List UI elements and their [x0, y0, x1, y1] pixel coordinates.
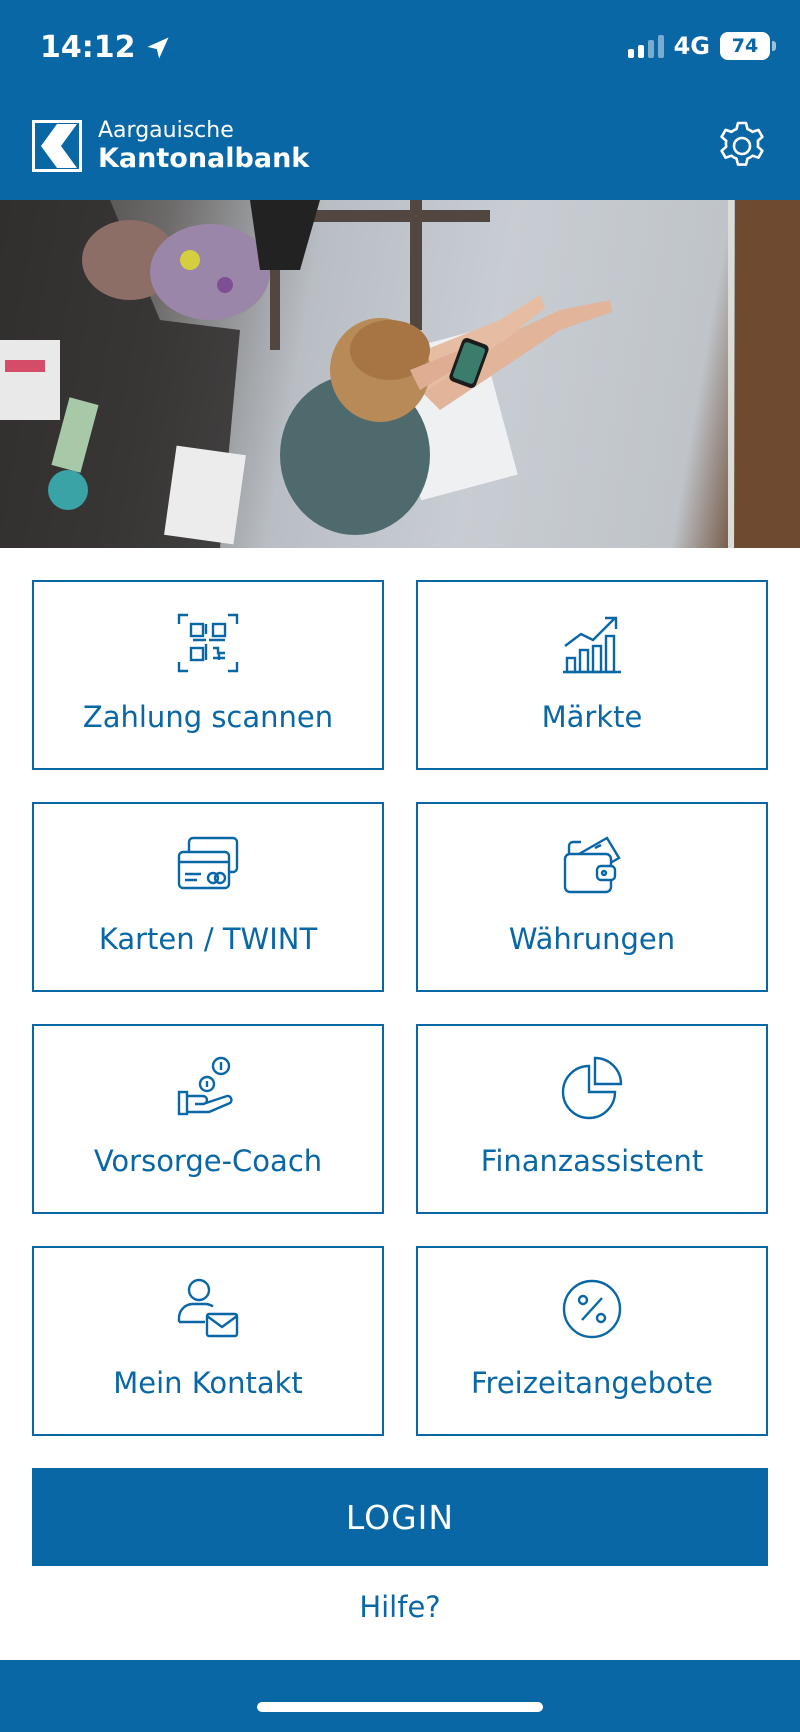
settings-button[interactable] — [714, 118, 770, 174]
bank-logo: Aargauische Kantonalbank — [32, 119, 309, 173]
tile-label: Finanzassistent — [480, 1144, 704, 1178]
status-right: 4G 74 — [627, 32, 776, 60]
percent-circle-icon — [562, 1279, 622, 1339]
tile-label: Vorsorge-Coach — [93, 1144, 323, 1178]
tile-finanzassistent[interactable]: Finanzassistent — [416, 1024, 768, 1214]
gear-icon — [720, 121, 764, 166]
tile-label: Märkte — [541, 700, 643, 734]
tile-label: Freizeitangebote — [470, 1366, 713, 1400]
cards-icon — [177, 836, 239, 890]
tile-mein-kontakt[interactable]: Mein Kontakt — [32, 1246, 384, 1436]
brand-name: Aargauische Kantonalbank — [98, 119, 309, 173]
hand-coins-icon — [177, 1056, 233, 1116]
battery-icon: 74 — [720, 32, 776, 60]
login-button[interactable]: LOGIN — [32, 1468, 768, 1566]
tile-label: Mein Kontakt — [113, 1366, 303, 1400]
network-label: 4G — [673, 32, 710, 60]
hero-image — [0, 200, 800, 548]
tile-label: Zahlung scannen — [82, 700, 334, 734]
tile-freizeitangebote[interactable]: Freizeitangebote — [416, 1246, 768, 1436]
tile-label: Währungen — [508, 922, 676, 956]
bottom-bar — [0, 1660, 800, 1732]
wallet-icon — [563, 836, 621, 894]
tile-karten-twint[interactable]: Karten / TWINT — [32, 802, 384, 992]
brand-line-2: Kantonalbank — [98, 143, 310, 175]
tile-label: Karten / TWINT — [98, 922, 318, 956]
status-bar: 14:12 4G 74 — [0, 0, 800, 100]
tile-zahlung-scannen[interactable]: Zahlung scannen — [32, 580, 384, 770]
person-mail-icon — [177, 1278, 239, 1338]
location-arrow-icon — [147, 37, 168, 58]
tile-waehrungen[interactable]: Währungen — [416, 802, 768, 992]
brand-line-1: Aargauische — [98, 118, 234, 143]
signal-icon — [627, 34, 664, 58]
qr-scan-icon — [177, 613, 239, 673]
status-time: 14:12 — [40, 30, 172, 65]
chevron-logo-icon — [32, 120, 82, 173]
home-indicator[interactable] — [257, 1702, 543, 1712]
pie-chart-icon — [561, 1056, 623, 1120]
shortcut-grid: Zahlung scannen Märkte Karten / TWINT Wä… — [32, 580, 768, 1436]
help-link[interactable]: Hilfe? — [0, 1590, 800, 1624]
bar-chart-trend-icon — [563, 616, 621, 674]
tile-vorsorge-coach[interactable]: Vorsorge-Coach — [32, 1024, 384, 1214]
tile-maerkte[interactable]: Märkte — [416, 580, 768, 770]
